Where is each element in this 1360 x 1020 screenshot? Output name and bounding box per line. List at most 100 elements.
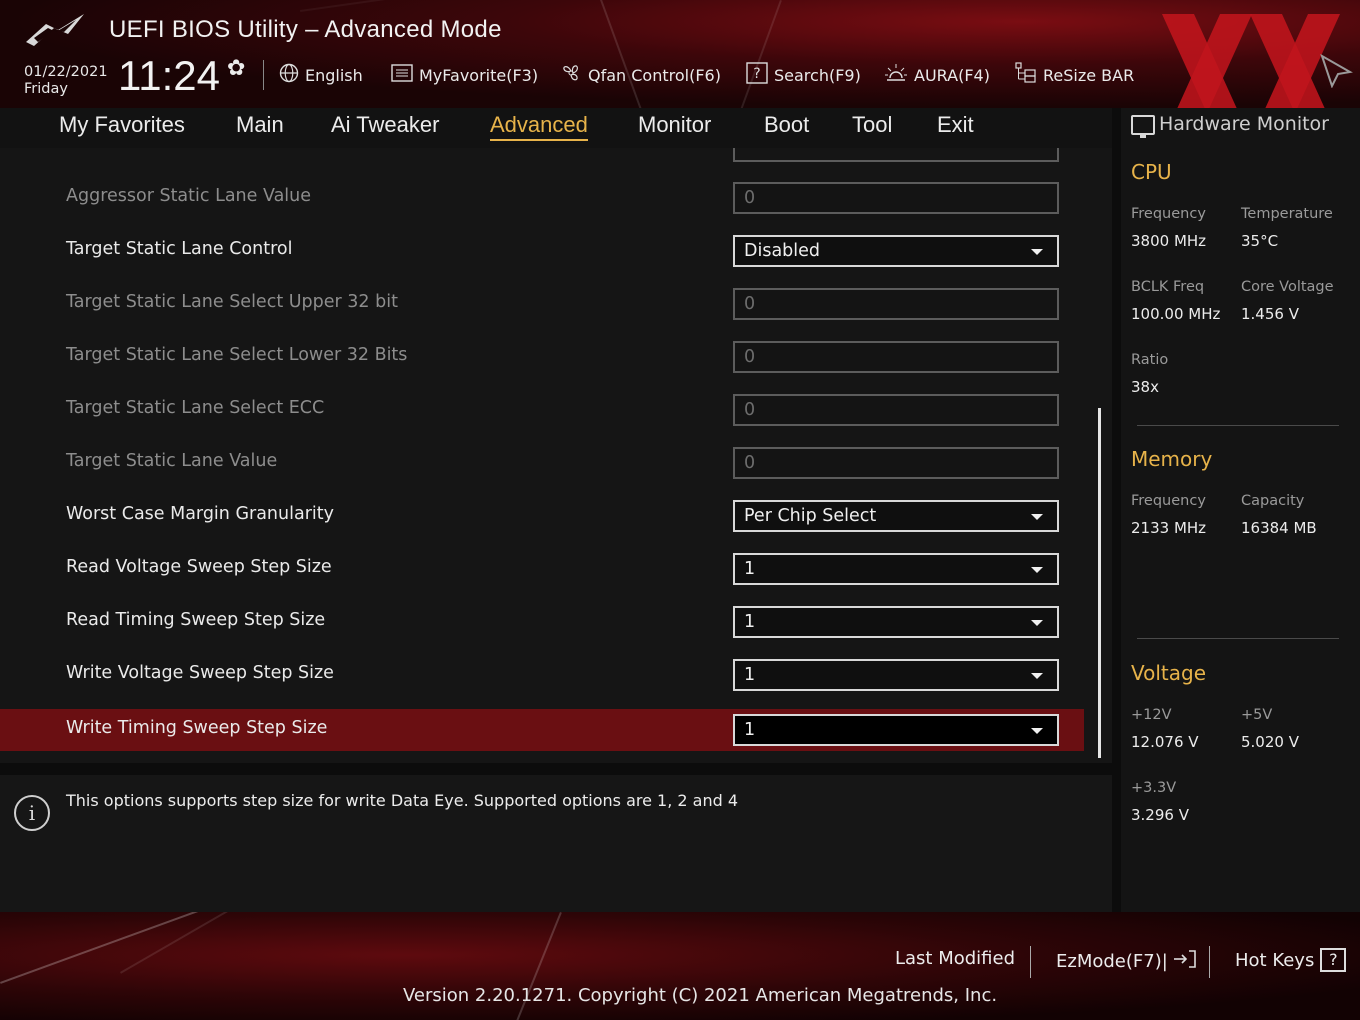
day-text: Friday [24,81,68,97]
rog-logo-icon [26,14,84,46]
setting-row-aggressor-static-lane-value[interactable]: Aggressor Static Lane Value 0 [0,176,1084,220]
resize-bar-icon [1013,61,1037,90]
footer-bar: Last Modified EzMode(F7)| Hot Keys ? Ver… [0,912,1360,1020]
partial-input-field [733,148,1059,162]
footer-divider [1209,946,1210,978]
myfavorite-button[interactable]: MyFavorite(F3) [391,62,538,88]
memory-capacity-label: Capacity [1241,493,1305,509]
ezmode-button[interactable]: EzMode(F7)| [1056,948,1198,975]
last-modified-label: Last Modified [895,948,1016,969]
header-divider [263,60,264,90]
setting-label: Write Timing Sweep Step Size [66,718,328,738]
memory-frequency-value: 2133 MHz [1131,519,1207,537]
tab-my-favorites[interactable]: My Favorites [59,112,185,138]
xx-watermark-logo [1162,14,1340,108]
tab-tool[interactable]: Tool [852,112,892,138]
setting-row-write-voltage-sweep-step-size[interactable]: Write Voltage Sweep Step Size 1 [0,653,1084,697]
setting-label: Read Voltage Sweep Step Size [66,557,332,577]
qfan-control-button[interactable]: Qfan Control(F6) [560,62,721,88]
setting-value-dropdown[interactable]: 1 [733,606,1059,638]
voltage-section-title: Voltage [1131,661,1207,685]
scrollbar[interactable] [1098,408,1101,758]
tab-monitor[interactable]: Monitor [638,112,711,138]
setting-row-target-static-lane-select-ecc[interactable]: Target Static Lane Select ECC 0 [0,388,1084,432]
section-divider [1137,638,1339,639]
setting-row-write-timing-sweep-step-size[interactable]: Write Timing Sweep Step Size 1 [0,709,1084,751]
setting-row-target-static-lane-value[interactable]: Target Static Lane Value 0 [0,441,1084,485]
setting-value-dropdown[interactable]: 1 [733,553,1059,585]
setting-value: 0 [744,453,756,473]
tab-boot[interactable]: Boot [764,112,809,138]
search-help-icon: ? [746,61,768,89]
aura-light-icon [884,62,908,89]
section-divider [1137,425,1339,426]
dropdown-caret-icon [1031,249,1043,255]
language-button[interactable]: English [279,62,363,88]
setting-value-input: 0 [733,341,1059,373]
setting-value-dropdown[interactable]: Per Chip Select [733,500,1059,532]
setting-value-dropdown[interactable]: Disabled [733,235,1059,267]
bclk-freq-value: 100.00 MHz [1131,305,1221,323]
hot-keys-label: Hot Keys [1235,949,1315,971]
app-title: UEFI BIOS Utility – Advanced Mode [109,16,502,43]
setting-value: 0 [744,188,756,208]
exit-arrow-icon [1172,948,1198,975]
setting-value-dropdown[interactable]: 1 [733,659,1059,691]
tab-advanced[interactable]: Advanced [490,112,588,141]
aura-label: AURA(F4) [914,65,990,85]
setting-label: Target Static Lane Select Upper 32 bit [66,292,398,312]
setting-value-input: 0 [733,447,1059,479]
search-label: Search(F9) [774,65,861,85]
header-bar: UEFI BIOS Utility – Advanced Mode 01/22/… [0,0,1360,108]
help-panel: i This options supports step size for wr… [0,775,1112,912]
memory-frequency-label: Frequency [1131,493,1206,509]
tab-exit[interactable]: Exit [937,112,974,138]
setting-value: 0 [744,347,756,367]
setting-value: 1 [744,720,756,740]
setting-value-input: 0 [733,288,1059,320]
resize-bar-label: ReSize BAR [1043,65,1135,85]
setting-label: Target Static Lane Control [66,239,293,259]
hardware-monitor-panel: Hardware Monitor CPU Frequency 3800 MHz … [1121,108,1360,912]
tab-main[interactable]: Main [236,112,284,138]
cpu-temperature-label: Temperature [1241,206,1333,222]
setting-row-target-static-lane-select-upper[interactable]: Target Static Lane Select Upper 32 bit 0 [0,282,1084,326]
tab-ai-tweaker[interactable]: Ai Tweaker [331,112,439,138]
setting-row-read-voltage-sweep-step-size[interactable]: Read Voltage Sweep Step Size 1 [0,547,1084,591]
resize-bar-button[interactable]: ReSize BAR [1013,61,1135,90]
setting-label: Aggressor Static Lane Value [66,186,312,206]
dropdown-caret-icon [1031,567,1043,573]
ezmode-label: EzMode(F7)| [1056,951,1168,972]
setting-row-target-static-lane-select-lower[interactable]: Target Static Lane Select Lower 32 Bits … [0,335,1084,379]
main-menu-bar: My Favorites Main Ai Tweaker Advanced Mo… [0,108,1112,148]
favorite-list-icon [391,63,413,87]
setting-value: 0 [744,400,756,420]
date-display: 01/22/2021 Friday [24,64,108,98]
dropdown-caret-icon [1031,620,1043,626]
setting-label: Target Static Lane Select ECC [66,398,325,418]
hot-keys-button[interactable]: Hot Keys ? [1235,948,1347,972]
setting-value-input: 0 [733,394,1059,426]
gear-icon[interactable]: ✿ [227,56,245,81]
setting-label: Read Timing Sweep Step Size [66,610,326,630]
setting-row-target-static-lane-control[interactable]: Target Static Lane Control Disabled [0,229,1084,273]
v12-value: 12.076 V [1131,733,1199,751]
cpu-temperature-value: 35°C [1241,232,1279,250]
v12-label: +12V [1131,707,1172,723]
fan-icon [560,62,582,89]
last-modified-button[interactable]: Last Modified [895,948,1015,969]
dropdown-caret-icon [1031,673,1043,679]
myfavorite-label: MyFavorite(F3) [419,65,539,85]
setting-value-dropdown[interactable]: 1 [733,714,1059,746]
version-text: Version 2.20.1271. Copyright (C) 2021 Am… [403,985,998,1006]
help-text: This options supports step size for writ… [66,791,739,810]
setting-row-worst-case-margin-granularity[interactable]: Worst Case Margin Granularity Per Chip S… [0,494,1084,538]
setting-value: 0 [744,294,756,314]
setting-row-read-timing-sweep-step-size[interactable]: Read Timing Sweep Step Size 1 [0,600,1084,644]
settings-list: Aggressor Static Lane Value 0 Target Sta… [0,148,1112,763]
setting-value: 1 [744,559,756,579]
search-button[interactable]: ? Search(F9) [746,61,861,89]
v5-label: +5V [1241,707,1273,723]
aura-button[interactable]: AURA(F4) [884,62,990,88]
setting-value: 1 [744,612,756,632]
